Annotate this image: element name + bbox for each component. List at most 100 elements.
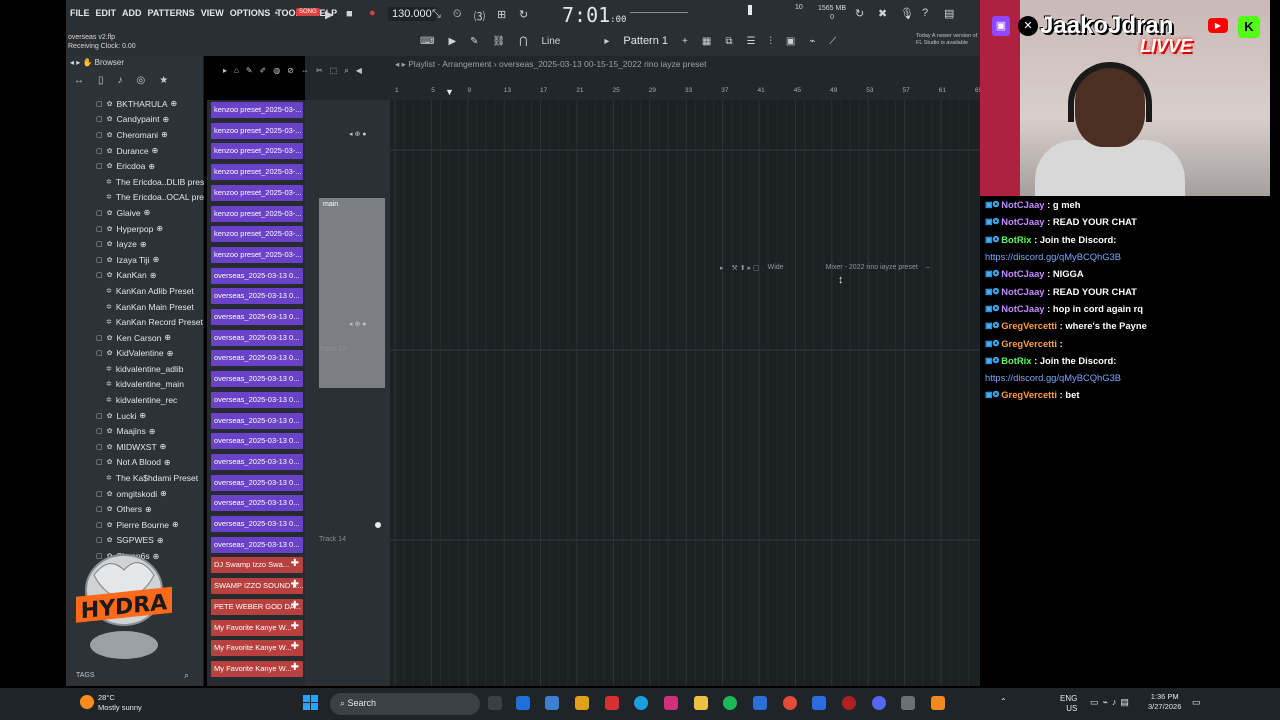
- file-icon[interactable]: ▯: [98, 75, 104, 87]
- pattern-item[interactable]: overseas_2025-03-13 0...: [211, 495, 303, 512]
- browser-item[interactable]: ✲ The Ericdoa..DLIB preset: [66, 174, 204, 190]
- chat-username[interactable]: BotRix: [1001, 355, 1031, 366]
- fav-icon[interactable]: ⊕: [164, 333, 171, 342]
- notification-icon[interactable]: ▭: [1192, 697, 1201, 708]
- pattern-item[interactable]: overseas_2025-03-13 0...: [211, 391, 303, 408]
- edge-icon[interactable]: [634, 696, 648, 710]
- fav-icon[interactable]: ⊕: [164, 458, 171, 467]
- stop-icon[interactable]: ■: [346, 8, 353, 20]
- mixer-icon[interactable]: ⫶: [769, 36, 772, 47]
- fav-icon[interactable]: ⊕: [156, 224, 163, 233]
- chat-username[interactable]: GregVercetti: [1001, 320, 1057, 331]
- pattern-item[interactable]: overseas_2025-03-13 0...: [211, 453, 303, 470]
- mic-icon[interactable]: 🎙: [900, 7, 914, 20]
- discord-icon[interactable]: [872, 696, 886, 710]
- tool-delete-icon[interactable]: ◍: [273, 66, 280, 76]
- piano-roll-icon[interactable]: ⧉: [725, 36, 732, 47]
- browser-item[interactable]: ▢ ✿ Others ⊕: [66, 501, 204, 517]
- fav-icon[interactable]: ⊕: [160, 489, 167, 498]
- volume-slider[interactable]: [630, 12, 688, 13]
- fav-icon[interactable]: ⊕: [139, 411, 146, 420]
- browser-item[interactable]: ▢ ✿ Iayze ⊕: [66, 236, 204, 252]
- audio-clip-item[interactable]: PETE WEBER GOD DA... ✚: [211, 598, 303, 615]
- pattern-item[interactable]: kenzoo preset_2025-03-...: [211, 102, 303, 118]
- pencil-icon[interactable]: ✎: [470, 36, 478, 47]
- arrangement-name[interactable]: overseas_2025-03-13 00-15-15_2022 rino i…: [499, 59, 706, 69]
- keyboard-icon[interactable]: ⌨: [420, 36, 434, 47]
- tray-status-icons[interactable]: ▭⌁♪▤: [1090, 697, 1133, 708]
- pattern-selector[interactable]: Pattern 1: [623, 35, 668, 47]
- chat-username[interactable]: NotCJaay: [1001, 268, 1044, 279]
- browser-nav-icon[interactable]: ◂ ▸ ✋: [70, 58, 95, 67]
- browser-item[interactable]: ✲ kidvalentine_rec: [66, 392, 204, 408]
- tool-paint-icon[interactable]: ✐: [260, 66, 267, 76]
- pattern-item[interactable]: kenzoo preset_2025-03-...: [211, 205, 303, 222]
- browser-item[interactable]: ▢ ✿ Not A Blood ⊕: [66, 455, 204, 471]
- spotify-icon[interactable]: [723, 696, 737, 710]
- main-clip[interactable]: main: [319, 198, 385, 388]
- audio-clip-item[interactable]: My Favorite Kanye W... ✚: [211, 660, 303, 677]
- browser-item[interactable]: ▢ ✿ Maajins ⊕: [66, 423, 204, 439]
- audio-clip-item[interactable]: DJ Swamp Izzo Swa... ✚: [211, 557, 303, 574]
- fav-icon[interactable]: ⊕: [160, 442, 167, 451]
- playlist-grid[interactable]: [390, 100, 980, 686]
- tool-zoom-icon[interactable]: ⌕: [344, 66, 348, 76]
- chat-username[interactable]: GregVercetti: [1001, 338, 1057, 349]
- fav-icon[interactable]: ⊕: [148, 162, 155, 171]
- browser-item[interactable]: ▢ ✿ Cheromani ⊕: [66, 127, 204, 143]
- browser-item[interactable]: ▢ ✿ MIDWXST ⊕: [66, 439, 204, 455]
- browser-item[interactable]: ✲ kidvalentine_main: [66, 377, 204, 393]
- browser-item[interactable]: ▢ ✿ Ericdoa ⊕: [66, 158, 204, 174]
- browser-collapse-icon[interactable]: ↔: [74, 75, 84, 87]
- menu-options[interactable]: OPTIONS: [230, 8, 271, 18]
- playlist-menu-icon[interactable]: ◂ ▸: [395, 59, 408, 69]
- chat-username[interactable]: NotCJaay: [1001, 303, 1044, 314]
- tempo-icon[interactable]: ⟋: [829, 36, 836, 47]
- browser-item[interactable]: ▢ ✿ Durance ⊕: [66, 143, 204, 159]
- speaker-icon[interactable]: ♪: [118, 75, 123, 87]
- pattern-item[interactable]: overseas_2025-03-13 0...: [211, 433, 303, 450]
- chat-link[interactable]: https://discord.gg/qMyBCQhG3B: [985, 372, 1121, 383]
- menu-patterns[interactable]: PATTERNS: [148, 8, 195, 18]
- fav-icon[interactable]: ⊕: [145, 505, 152, 514]
- mixer-arrow-icon[interactable]: ▸: [720, 264, 724, 276]
- browser-item[interactable]: ✲The Ericdoa..OCAL preset: [66, 190, 204, 206]
- audio-clip-item[interactable]: My Favorite Kanye W... ✚: [211, 619, 303, 636]
- tool-slip-icon[interactable]: ⇔: [301, 66, 309, 76]
- app-icon-1[interactable]: [516, 696, 530, 710]
- taskbar-search[interactable]: ⌕ Search: [330, 693, 480, 715]
- pattern-item[interactable]: kenzoo preset_2025-03-...: [211, 184, 303, 201]
- fav-icon[interactable]: ⊕: [149, 427, 156, 436]
- store-icon[interactable]: [545, 696, 559, 710]
- link-icon[interactable]: ⛓: [493, 36, 506, 47]
- tool-mute-icon[interactable]: ⊘: [287, 66, 294, 76]
- mute-icon[interactable]: ✖: [878, 7, 887, 20]
- help-icon[interactable]: ?: [922, 7, 928, 19]
- plugin-icon[interactable]: ⌁: [809, 36, 815, 47]
- globe-icon[interactable]: ◎: [137, 75, 146, 87]
- browser-item[interactable]: ▢ ✿ KidValentine ⊕: [66, 346, 204, 362]
- pattern-item[interactable]: overseas_2025-03-13 0...: [211, 516, 303, 532]
- timeline-ruler[interactable]: 1 5 9 13 17 21 25 29 33 37 41 45 49 53 57 61 65: [390, 87, 982, 99]
- tool-home-icon[interactable]: ⌂: [234, 66, 239, 76]
- pattern-item[interactable]: kenzoo preset_2025-03-...: [211, 246, 303, 263]
- track-12-controls[interactable]: ◂ ⊕ ●: [349, 130, 367, 138]
- blend-icon[interactable]: ⊞: [497, 8, 506, 21]
- chat-username[interactable]: BotRix: [1001, 234, 1031, 245]
- mixer-minimize-icon[interactable]: –: [926, 264, 930, 276]
- fav-icon[interactable]: ⊕: [167, 349, 174, 358]
- menu-icon[interactable]: ▤: [944, 7, 954, 20]
- star-icon[interactable]: ★: [159, 75, 168, 87]
- browser-item[interactable]: ▢ ✿ Candypaint ⊕: [66, 112, 204, 128]
- app-icon-3[interactable]: [605, 696, 619, 710]
- fav-icon[interactable]: ⊕: [153, 255, 160, 264]
- menu-add[interactable]: ADD: [122, 8, 142, 18]
- mixer-wide-label[interactable]: Wide: [768, 264, 784, 276]
- browser-item[interactable]: ▢ ✿ KanKan ⊕: [66, 268, 204, 284]
- countdown-icon[interactable]: ⑶: [474, 8, 485, 24]
- browser-item[interactable]: ▢ ✿ Pierre Bourne ⊕: [66, 517, 204, 533]
- explorer-icon[interactable]: [694, 696, 708, 710]
- fav-icon[interactable]: ⊕: [152, 146, 159, 155]
- weather-widget[interactable]: 28°C Mostly sunny: [98, 693, 142, 713]
- tool-icon[interactable]: ⤡: [432, 8, 441, 21]
